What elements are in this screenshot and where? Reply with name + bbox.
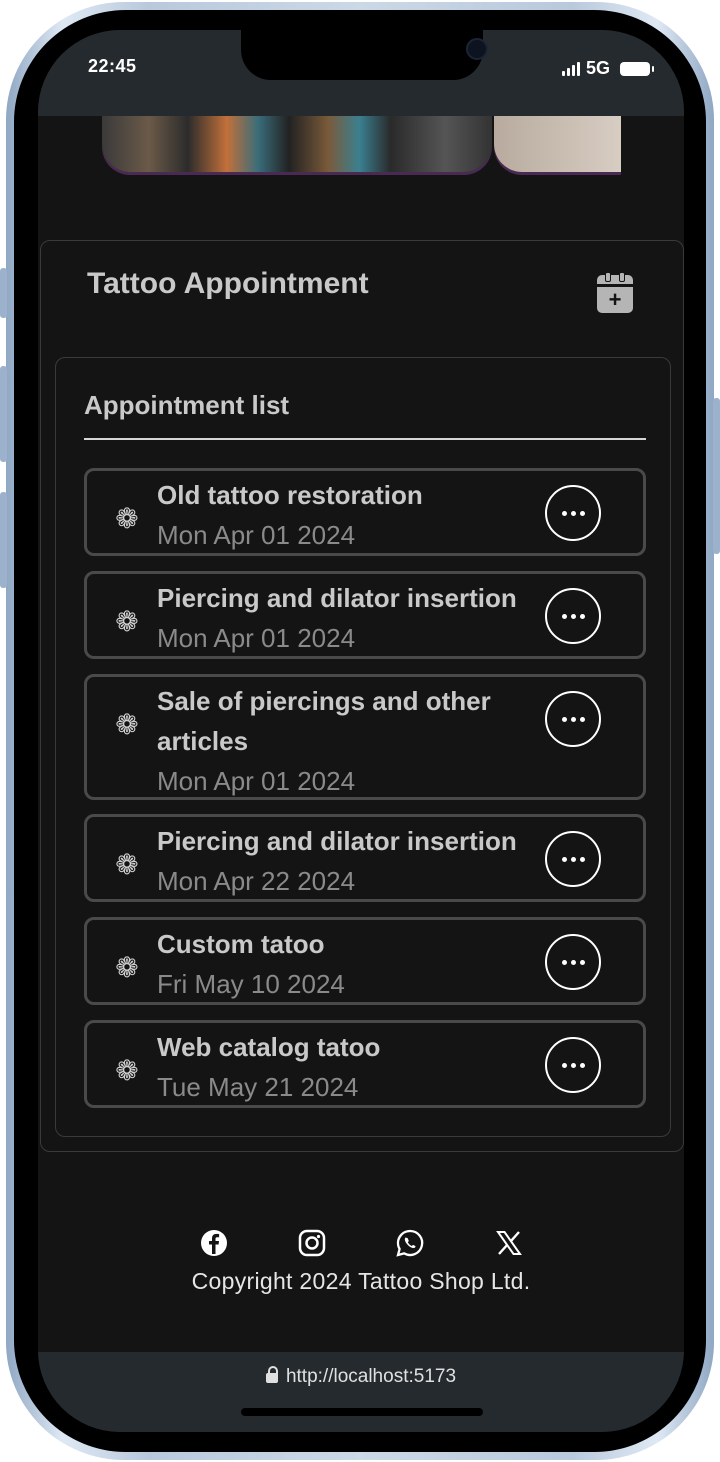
url-display[interactable]: http://localhost:5173 [38,1366,684,1388]
list-item[interactable]: ❁ Piercing and dilator insertion Mon Apr… [84,814,646,902]
appointment-card: Tattoo Appointment + Appointment list ❁ … [40,240,684,1152]
more-options-button[interactable] [545,691,601,747]
camera [466,38,488,60]
browser-url-bar[interactable]: http://localhost:5173 [38,1352,684,1432]
phone-volume-up [0,366,7,462]
url-text: http://localhost:5173 [285,1366,457,1387]
appointment-date: Mon Apr 01 2024 [157,623,356,653]
flower-icon: ❁ [115,606,139,637]
appointment-name: Old tattoo restoration [157,480,423,510]
battery-icon [620,61,654,76]
notch [241,30,488,80]
appointment-date: Tue May 21 2024 [157,1072,359,1102]
list-item[interactable]: ❁ Piercing and dilator insertion Mon Apr… [84,571,646,659]
appointment-list-panel: Appointment list ❁ Old tattoo restoratio… [55,357,671,1137]
appointment-date: Fri May 10 2024 [157,969,345,999]
appointment-date: Mon Apr 01 2024 [157,520,356,550]
status-bar: 22:45 5G [38,30,684,116]
instagram-icon[interactable] [297,1228,327,1258]
facebook-icon[interactable] [199,1228,229,1258]
phone-power-button [713,398,720,554]
appointment-name: Web catalog tatoo [157,1032,381,1062]
calendar-plus-icon[interactable]: + [597,272,633,313]
whatsapp-icon[interactable] [395,1228,425,1258]
copyright-text: Copyright 2024 Tattoo Shop Ltd. [191,1268,531,1294]
flower-icon: ❁ [115,503,139,534]
list-item[interactable]: ❁ Custom tatoo Fri May 10 2024 [84,917,646,1005]
network-label: 5G [585,58,610,78]
more-options-button[interactable] [545,588,601,644]
lock-icon [265,1366,278,1383]
carousel-image[interactable] [102,116,492,172]
x-icon[interactable] [494,1228,524,1258]
flower-icon: ❁ [115,1055,139,1086]
social-links [38,1228,684,1268]
phone-volume-down [0,492,7,588]
screen: 22:45 5G Tattoo Appointment + Appointmen… [38,30,684,1432]
list-item[interactable]: ❁ Old tattoo restoration Mon Apr 01 2024 [84,468,646,556]
phone-action-button [0,268,7,318]
list-title: Appointment list [84,390,290,420]
status-indicators: 5G [561,58,654,79]
home-indicator[interactable] [241,1408,483,1416]
more-options-button[interactable] [545,934,601,990]
appointment-name: Piercing and dilator insertion [157,583,517,613]
signal-icon [561,61,580,76]
flower-icon: ❁ [115,849,139,880]
list-item[interactable]: ❁ Web catalog tatoo Tue May 21 2024 [84,1020,646,1108]
carousel-image-next[interactable] [494,116,621,172]
appointment-date: Mon Apr 01 2024 [157,766,356,796]
flower-icon: ❁ [115,709,139,740]
appointment-name: Piercing and dilator insertion [157,826,517,856]
more-options-button[interactable] [545,485,601,541]
list-divider [84,438,646,440]
status-time: 22:45 [88,56,137,76]
flower-icon: ❁ [115,952,139,983]
appointment-name: Custom tatoo [157,929,325,959]
more-options-button[interactable] [545,1037,601,1093]
card-title: Tattoo Appointment [87,267,369,300]
more-options-button[interactable] [545,831,601,887]
appointment-name: Sale of piercings and other articles [157,686,491,756]
list-item[interactable]: ❁ Sale of piercings and other articles M… [84,674,646,800]
appointment-date: Mon Apr 22 2024 [157,866,356,896]
main-content: Tattoo Appointment + Appointment list ❁ … [38,116,684,1352]
